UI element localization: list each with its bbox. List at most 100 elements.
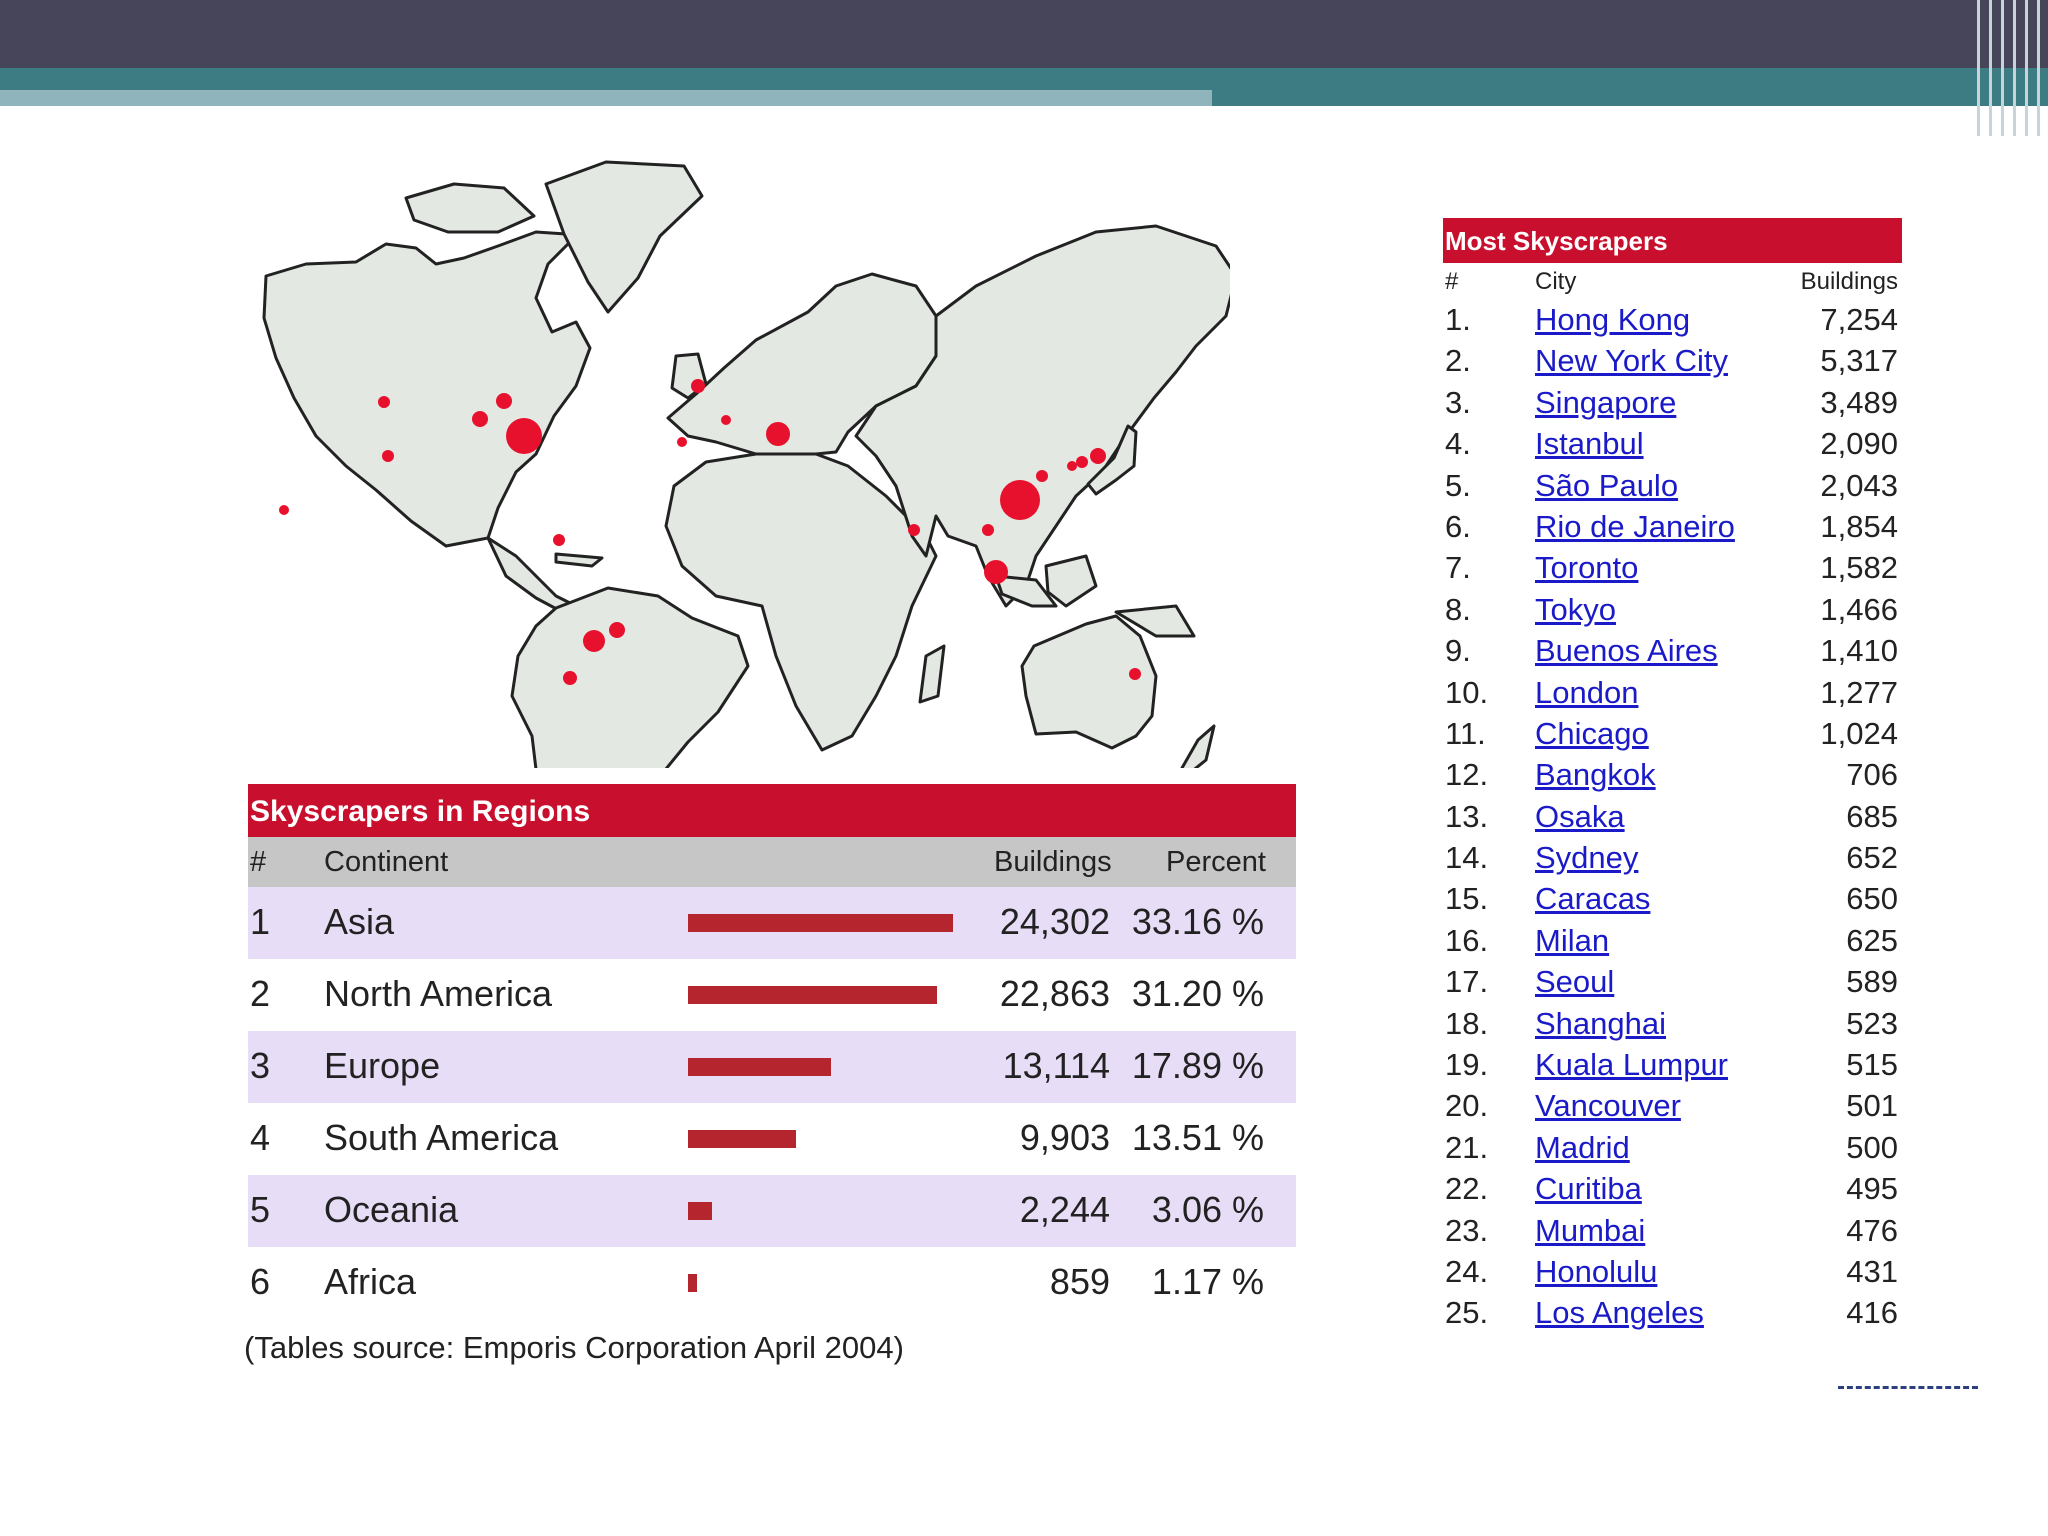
city-link[interactable]: Los Angeles xyxy=(1535,1295,1704,1331)
map-greenland xyxy=(544,160,704,314)
city-link[interactable]: Mumbai xyxy=(1535,1213,1645,1249)
city-rank: 13. xyxy=(1445,798,1489,834)
city-buildings: 515 xyxy=(1846,1047,1898,1083)
city-rank: 17. xyxy=(1445,964,1489,1000)
city-buildings: 1,582 xyxy=(1820,550,1898,586)
city-buildings: 476 xyxy=(1846,1212,1898,1248)
city-link[interactable]: Hong Kong xyxy=(1535,302,1690,338)
city-link[interactable]: Chicago xyxy=(1535,716,1649,752)
map-dot-sao-paulo xyxy=(583,630,605,652)
city-link[interactable]: Caracas xyxy=(1535,881,1650,917)
city-row: 3. Singapore 3,489 xyxy=(1443,382,1902,423)
region-rank: 1 xyxy=(250,901,271,942)
decorative-dashes xyxy=(1838,1386,1978,1392)
map-dot-osaka xyxy=(1076,456,1088,468)
region-row: 3 Europe 13,114 17.89 % xyxy=(248,1031,1296,1103)
col-header-continent: Continent xyxy=(324,846,449,878)
map-australia xyxy=(1020,614,1158,750)
city-row: 6. Rio de Janeiro 1,854 xyxy=(1443,506,1902,547)
cities-table: Most Skyscrapers # City Buildings 1. Hong… xyxy=(1443,218,1902,1334)
city-rank: 1. xyxy=(1445,302,1471,337)
city-rank: 15. xyxy=(1445,881,1489,917)
city-link[interactable]: Osaka xyxy=(1535,799,1625,835)
map-dot-vancouver xyxy=(378,396,390,408)
city-rank: 8. xyxy=(1445,591,1471,627)
city-link[interactable]: Buenos Aires xyxy=(1535,633,1718,669)
city-row: 23. Mumbai 476 xyxy=(1443,1210,1902,1251)
city-buildings: 2,090 xyxy=(1820,426,1898,462)
city-link[interactable]: New York City xyxy=(1535,343,1728,379)
city-row: 16. Milan 625 xyxy=(1443,920,1902,961)
region-name: Africa xyxy=(324,1261,417,1302)
region-rank: 3 xyxy=(250,1045,271,1086)
city-row: 25. Los Angeles 416 xyxy=(1443,1292,1902,1333)
col-header-city: City xyxy=(1535,268,1577,295)
city-rank: 3. xyxy=(1445,384,1471,420)
city-link[interactable]: Curitiba xyxy=(1535,1171,1642,1207)
city-link[interactable]: Honolulu xyxy=(1535,1254,1657,1290)
city-row: 18. Shanghai 523 xyxy=(1443,1003,1902,1044)
city-buildings: 1,024 xyxy=(1820,715,1898,751)
city-rank: 24. xyxy=(1445,1253,1489,1289)
city-rank: 2. xyxy=(1445,343,1471,379)
city-row: 8. Tokyo 1,466 xyxy=(1443,589,1902,630)
city-buildings: 1,466 xyxy=(1820,591,1898,627)
city-buildings: 523 xyxy=(1846,1005,1898,1041)
map-dot-shanghai xyxy=(1036,470,1048,482)
city-link[interactable]: São Paulo xyxy=(1535,468,1678,504)
city-rank: 22. xyxy=(1445,1171,1489,1207)
city-link[interactable]: Milan xyxy=(1535,923,1609,959)
cities-table-header: # City Buildings xyxy=(1443,263,1902,299)
city-link[interactable]: Toronto xyxy=(1535,550,1638,586)
map-arctic-islands xyxy=(404,182,536,234)
map-dot-tokyo xyxy=(1090,448,1106,464)
city-link[interactable]: Singapore xyxy=(1535,385,1676,421)
city-link[interactable]: Istanbul xyxy=(1535,426,1644,462)
region-name: Oceania xyxy=(324,1189,459,1230)
region-row: 6 Africa 859 1.17 % xyxy=(248,1247,1296,1319)
slide-corner-lines xyxy=(1975,0,2048,136)
city-link[interactable]: Kuala Lumpur xyxy=(1535,1047,1728,1083)
region-percent: 31.20 % xyxy=(1131,973,1264,1014)
city-rank: 20. xyxy=(1445,1088,1489,1124)
city-link[interactable]: Madrid xyxy=(1535,1130,1630,1166)
city-rank: 23. xyxy=(1445,1212,1489,1248)
region-percent: 3.06 % xyxy=(1151,1189,1264,1230)
region-row: 1 Asia 24,302 33.16 % xyxy=(248,887,1296,959)
region-buildings: 9,903 xyxy=(1019,1117,1110,1158)
city-buildings: 1,410 xyxy=(1820,633,1898,669)
city-link[interactable]: London xyxy=(1535,675,1638,711)
region-rank: 4 xyxy=(250,1117,271,1158)
city-row: 9. Buenos Aires 1,410 xyxy=(1443,630,1902,671)
city-link[interactable]: Seoul xyxy=(1535,964,1614,1000)
city-link[interactable]: Bangkok xyxy=(1535,757,1656,793)
map-dot-caracas xyxy=(553,534,565,546)
col-header-percent: Percent xyxy=(1166,846,1266,878)
region-buildings: 2,244 xyxy=(1019,1189,1110,1230)
city-link[interactable]: Vancouver xyxy=(1535,1088,1681,1124)
city-row: 21. Madrid 500 xyxy=(1443,1127,1902,1168)
city-link[interactable]: Tokyo xyxy=(1535,592,1616,628)
city-rank: 14. xyxy=(1445,840,1489,876)
city-link[interactable]: Shanghai xyxy=(1535,1006,1666,1042)
map-caribbean xyxy=(554,552,604,568)
map-dot-istanbul xyxy=(766,422,790,446)
city-rank: 25. xyxy=(1445,1295,1489,1331)
map-central-america xyxy=(486,536,578,616)
map-dot-chicago xyxy=(472,411,488,427)
region-percent: 33.16 % xyxy=(1131,901,1264,942)
city-row: 19. Kuala Lumpur 515 xyxy=(1443,1044,1902,1085)
city-row: 4. Istanbul 2,090 xyxy=(1443,423,1902,464)
city-row: 1. Hong Kong 7,254 xyxy=(1443,299,1902,340)
map-dot-singapore xyxy=(984,560,1008,584)
city-link[interactable]: Sydney xyxy=(1535,840,1638,876)
region-percent: 17.89 % xyxy=(1131,1045,1264,1086)
map-dot-london xyxy=(691,379,705,393)
region-name: North America xyxy=(324,973,553,1014)
city-buildings: 500 xyxy=(1846,1129,1898,1165)
city-rank: 9. xyxy=(1445,633,1471,669)
slide-header-accent-light xyxy=(0,90,1212,106)
city-link[interactable]: Rio de Janeiro xyxy=(1535,509,1735,545)
map-madagascar xyxy=(918,644,946,704)
region-name: Asia xyxy=(324,901,395,942)
